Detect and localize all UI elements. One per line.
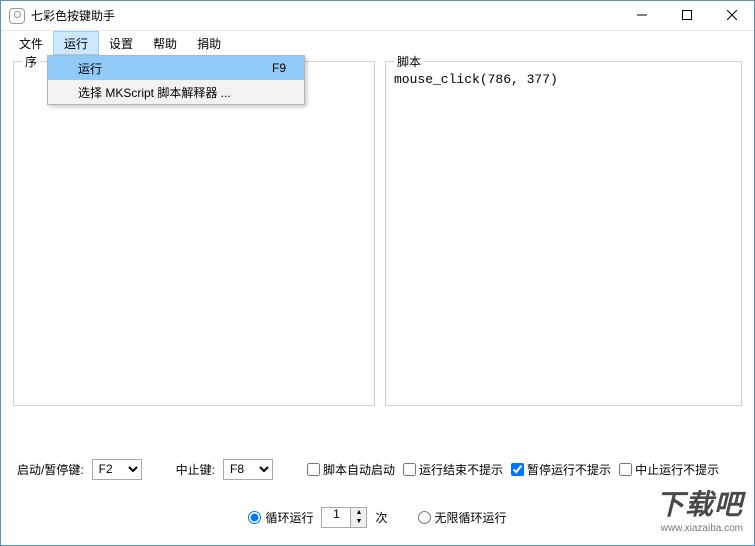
menu-settings[interactable]: 设置 [99,31,143,55]
dropdown-run-label: 运行 [78,60,102,77]
radio-infinite[interactable]: 无限循环运行 [418,509,507,526]
chk-pause-noprompt-box[interactable] [511,463,524,476]
app-icon [9,8,25,24]
menu-help[interactable]: 帮助 [143,31,187,55]
run-dropdown: 运行 F9 选择 MKScript 脚本解释器 ... [47,55,305,105]
stop-select[interactable]: F8 [223,459,273,480]
chk-end-noprompt-box[interactable] [403,463,416,476]
radio-loop-input[interactable] [248,511,261,524]
dropdown-run[interactable]: 运行 F9 [48,56,304,80]
chk-stop-noprompt-box[interactable] [619,463,632,476]
start-pause-select[interactable]: F2 [92,459,142,480]
window-title: 七彩色按键助手 [31,7,619,24]
left-panel-header: 序 [22,53,40,70]
app-window: 七彩色按键助手 文件 运行 设置 帮助 捐助 运行 F9 选择 MKScript… [0,0,755,546]
spin-up-icon[interactable]: ▲ [351,508,366,518]
right-panel: 脚本 mouse_click(786, 377) [385,61,742,406]
dropdown-run-shortcut: F9 [272,61,294,75]
close-button[interactable] [709,1,754,29]
left-panel: 序 [13,61,375,406]
start-pause-label: 启动/暂停键: [17,461,84,478]
radio-loop[interactable]: 循环运行 ▲ ▼ 次 [248,507,387,528]
chk-end-noprompt[interactable]: 运行结束不提示 [403,461,503,478]
minimize-button[interactable] [619,1,664,29]
menubar: 文件 运行 设置 帮助 捐助 运行 F9 选择 MKScript 脚本解释器 .… [1,31,754,55]
loop-count-input[interactable] [322,508,350,521]
chk-pause-noprompt[interactable]: 暂停运行不提示 [511,461,611,478]
menu-donate[interactable]: 捐助 [187,31,231,55]
spin-down-icon[interactable]: ▼ [351,517,366,527]
bottom-controls: 启动/暂停键: F2 中止键: F8 脚本自动启动 运行结束不提示 暂停运行不提… [1,447,754,545]
chk-stop-noprompt[interactable]: 中止运行不提示 [619,461,719,478]
loop-count-spinner: ▲ ▼ [321,507,367,528]
loop-row: 循环运行 ▲ ▼ 次 无限循环运行 [17,493,738,541]
titlebar: 七彩色按键助手 [1,1,754,31]
window-controls [619,1,754,30]
chk-autostart[interactable]: 脚本自动启动 [307,461,395,478]
menu-file[interactable]: 文件 [9,31,53,55]
hotkey-row: 启动/暂停键: F2 中止键: F8 脚本自动启动 运行结束不提示 暂停运行不提… [17,455,738,483]
watermark: 下载吧 www.xiazaiba.com [656,483,743,534]
stop-label: 中止键: [176,461,215,478]
script-content: mouse_click(786, 377) [386,62,741,97]
chk-autostart-box[interactable] [307,463,320,476]
maximize-button[interactable] [664,1,709,29]
radio-infinite-input[interactable] [418,511,431,524]
menu-run[interactable]: 运行 [53,31,99,55]
content-area: 序 脚本 mouse_click(786, 377) [1,55,754,447]
dropdown-select-interpreter[interactable]: 选择 MKScript 脚本解释器 ... [48,80,304,104]
right-panel-header: 脚本 [394,53,424,70]
dropdown-select-label: 选择 MKScript 脚本解释器 ... [78,84,231,101]
